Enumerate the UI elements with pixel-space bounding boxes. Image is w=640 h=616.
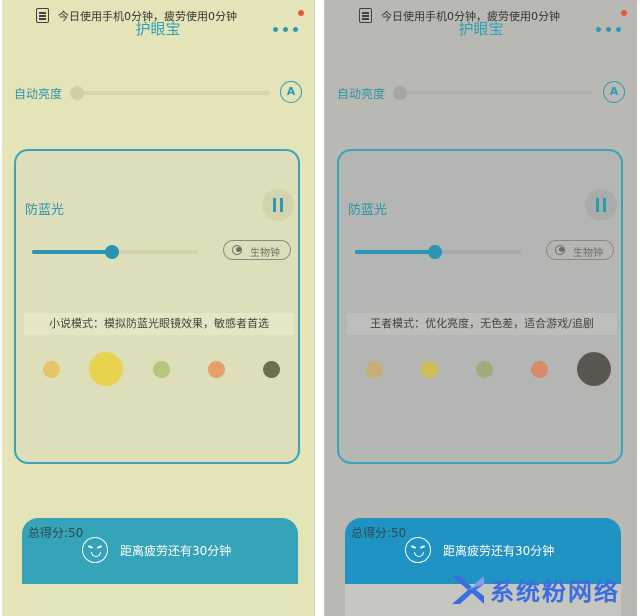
blue-light-card: 防蓝光 生物钟 王者模式：优化亮度，无色差，适合游戏/追剧 [337,149,623,464]
fatigue-countdown: 距离疲劳还有30分钟 [120,544,232,558]
color-mode-dot-4[interactable] [530,360,548,378]
blue-light-title: 防蓝光 [348,203,388,218]
document-icon [359,8,372,23]
color-mode-selector [16,351,298,387]
color-mode-dot-4[interactable] [207,360,225,378]
brightness-slider-track[interactable] [74,91,270,95]
fatigue-countdown: 距离疲劳还有30分钟 [443,544,555,558]
blue-light-slider-fill [355,250,435,254]
site-watermark: 系统粉网络 [448,568,634,612]
document-icon [36,8,49,23]
usage-summary: 今日使用手机0分钟，疲劳使用0分钟 [381,10,560,23]
tired-face-icon [405,537,431,563]
watermark-logo-icon [452,576,484,604]
color-mode-dot-1[interactable] [42,360,60,378]
pause-button[interactable] [585,189,617,221]
blue-light-slider-knob[interactable] [104,245,119,259]
usage-summary: 今日使用手机0分钟，疲劳使用0分钟 [58,10,237,23]
circadian-label: 生物钟 [573,248,603,259]
auto-brightness-button[interactable]: A [603,81,625,103]
color-mode-dot-5[interactable] [577,352,611,386]
blue-light-title: 防蓝光 [25,203,65,218]
circadian-label: 生物钟 [250,248,280,259]
color-mode-dot-2[interactable] [89,352,123,386]
pause-button[interactable] [262,189,294,221]
auto-brightness-label: 自动亮度 [14,87,63,101]
brightness-slider-track[interactable] [397,91,593,95]
auto-brightness-row: 自动亮度 A [2,80,314,106]
auto-brightness-row: 自动亮度 A [325,80,637,106]
auto-brightness-button[interactable]: A [280,81,302,103]
watermark-text: 系统粉网络 [490,577,620,606]
color-mode-dot-5[interactable] [262,360,280,378]
tired-face-icon [82,537,108,563]
mode-description: 小说模式：模拟防蓝光眼镜效果，敏感者首选 [24,313,294,335]
brightness-slider-knob[interactable] [393,86,407,100]
usage-strip [22,584,298,616]
clock-icon [555,245,565,255]
blue-light-card: 防蓝光 生物钟 小说模式：模拟防蓝光眼镜效果，敏感者首选 [14,149,300,464]
more-options-icon[interactable] [272,24,302,34]
screen-left: 护眼宝 自动亮度 A 防蓝光 生物钟 小说模式：模拟防蓝光眼镜效果，敏感者首选 … [2,0,315,616]
circadian-button[interactable]: 生物钟 [223,240,291,260]
color-mode-dot-3[interactable] [152,360,170,378]
notification-dot [298,10,304,16]
pause-icon [596,198,599,212]
color-mode-dot-1[interactable] [365,360,383,378]
auto-brightness-label: 自动亮度 [337,87,386,101]
total-score: 总得分:50 [28,526,84,540]
more-options-icon[interactable] [595,24,625,34]
blue-light-slider-knob[interactable] [427,245,442,259]
color-mode-dot-3[interactable] [475,360,493,378]
notification-dot [621,10,627,16]
mode-description: 王者模式：优化亮度，无色差，适合游戏/追剧 [347,313,617,335]
pause-icon [273,198,276,212]
total-score: 总得分:50 [351,526,407,540]
clock-icon [232,245,242,255]
screen-right: 护眼宝 自动亮度 A 防蓝光 生物钟 王者模式：优化亮度，无色差，适合游戏/追剧… [324,0,637,616]
brightness-slider-knob[interactable] [70,86,84,100]
color-mode-dot-2[interactable] [420,360,438,378]
blue-light-slider-fill [32,250,112,254]
color-mode-selector [339,351,621,387]
circadian-button[interactable]: 生物钟 [546,240,614,260]
